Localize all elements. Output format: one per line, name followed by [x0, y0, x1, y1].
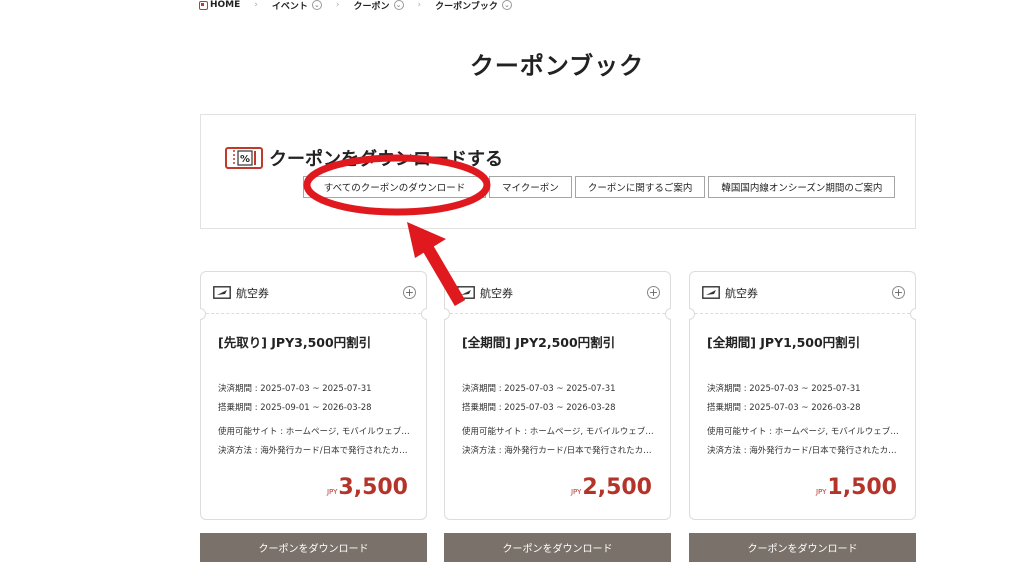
price-currency: JPY	[815, 488, 827, 496]
payment-period: 決済期間 : 2025-07-03 ~ 2025-07-31	[218, 384, 372, 394]
airplane-ticket-icon	[213, 286, 231, 299]
payment-method: 決済方法 : 海外発行カード/日本で発行されたカ…	[462, 446, 652, 456]
coupon-category: 航空券	[236, 286, 269, 300]
plus-icon[interactable]: +	[403, 286, 416, 299]
payment-method: 決済方法 : 海外発行カード/日本で発行されたカ…	[707, 446, 897, 456]
chevron-down-icon[interactable]: ⌄	[311, 0, 322, 10]
domestic-onseason-guide-button[interactable]: 韓国国内線オンシーズン期間のご案内	[708, 176, 896, 198]
price-currency: JPY	[570, 488, 582, 496]
coupon-price: JPY 3,500	[327, 475, 408, 500]
download-all-coupons-button[interactable]: すべてのクーポンのダウンロード	[303, 176, 486, 198]
breadcrumb-separator: ›	[417, 0, 422, 10]
coupon-card: 航空券 + [全期間] JPY2,500円割引 決済期間 : 2025-07-0…	[444, 271, 671, 520]
breadcrumb-separator: ›	[254, 0, 258, 10]
breadcrumb-coupon-label: クーポン	[353, 1, 390, 12]
breadcrumb-event[interactable]: イベント ⌄	[272, 0, 322, 12]
usable-sites: 使用可能サイト : ホームページ, モバイルウェブ…	[462, 427, 654, 437]
coupon-card-header: 航空券 +	[445, 272, 670, 314]
coupon-card-header: 航空券 +	[201, 272, 426, 314]
card-notch	[665, 308, 671, 320]
boarding-period: 搭乗期間 : 2025-07-03 ~ 2026-03-28	[462, 403, 616, 413]
card-notch	[421, 308, 427, 320]
page-title: クーポンブック	[469, 52, 645, 80]
coupon-price: JPY 1,500	[816, 475, 897, 500]
coupon-card: 航空券 + [先取り] JPY3,500円割引 決済期間 : 2025-07-0…	[200, 271, 427, 520]
card-notch	[689, 308, 695, 320]
coupon-card-header: 航空券 +	[690, 272, 915, 314]
coupon-category: 航空券	[480, 286, 513, 300]
boarding-period: 搭乗期間 : 2025-09-01 ~ 2026-03-28	[218, 403, 372, 413]
airplane-ticket-icon	[457, 286, 475, 299]
price-amount: 3,500	[338, 475, 408, 500]
breadcrumb-couponbook[interactable]: クーポンブック ⌄	[435, 0, 512, 12]
price-amount: 2,500	[582, 475, 652, 500]
breadcrumb-separator: ›	[335, 0, 340, 10]
coupon-download-section: % クーポンをダウンロードする すべてのクーポンのダウンロード マイクーポン ク…	[200, 114, 916, 229]
usable-sites: 使用可能サイト : ホームページ, モバイルウェブ…	[707, 427, 899, 437]
coupon-price: JPY 2,500	[571, 475, 652, 500]
coupon-download-heading: % クーポンをダウンロードする	[225, 145, 503, 171]
svg-text:%: %	[240, 154, 250, 165]
breadcrumb: HOME › イベント ⌄ › クーポン ⌄ › クーポンブック ⌄	[199, 0, 512, 12]
price-amount: 1,500	[827, 475, 897, 500]
download-coupon-button[interactable]: クーポンをダウンロード	[200, 533, 427, 562]
usable-sites: 使用可能サイト : ホームページ, モバイルウェブ…	[218, 427, 410, 437]
download-coupon-button[interactable]: クーポンをダウンロード	[444, 533, 671, 562]
coupon-download-title: クーポンをダウンロードする	[269, 149, 503, 170]
breadcrumb-coupon[interactable]: クーポン ⌄	[354, 0, 404, 12]
coupon-title: [先取り] JPY3,500円割引	[218, 335, 372, 350]
download-coupon-button[interactable]: クーポンをダウンロード	[689, 533, 916, 562]
card-notch	[910, 308, 916, 320]
chevron-down-icon[interactable]: ⌄	[393, 0, 404, 10]
breadcrumb-home-label: HOME	[210, 0, 241, 10]
my-coupon-button[interactable]: マイクーポン	[489, 176, 572, 198]
card-notch	[200, 308, 206, 320]
airplane-ticket-icon	[702, 286, 720, 299]
coupon-download-buttons: すべてのクーポンのダウンロード マイクーポン クーポンに関するご案内 韓国国内線…	[303, 176, 896, 198]
coupon-icon: %	[225, 147, 263, 169]
price-currency: JPY	[326, 488, 338, 496]
coupon-card: 航空券 + [全期間] JPY1,500円割引 決済期間 : 2025-07-0…	[689, 271, 916, 520]
payment-period: 決済期間 : 2025-07-03 ~ 2025-07-31	[462, 384, 616, 394]
coupon-guide-button[interactable]: クーポンに関するご案内	[574, 176, 706, 198]
breadcrumb-event-label: イベント	[271, 1, 308, 12]
breadcrumb-couponbook-label: クーポンブック	[435, 1, 498, 12]
card-notch	[444, 308, 450, 320]
plus-icon[interactable]: +	[892, 286, 905, 299]
boarding-period: 搭乗期間 : 2025-07-03 ~ 2026-03-28	[707, 403, 861, 413]
coupon-category: 航空券	[725, 286, 758, 300]
payment-period: 決済期間 : 2025-07-03 ~ 2025-07-31	[707, 384, 861, 394]
plus-icon[interactable]: +	[647, 286, 660, 299]
chevron-down-icon[interactable]: ⌄	[501, 0, 512, 10]
breadcrumb-home[interactable]: HOME	[199, 0, 240, 10]
payment-method: 決済方法 : 海外発行カード/日本で発行されたカ…	[218, 446, 408, 456]
coupon-title: [全期間] JPY1,500円割引	[707, 335, 861, 350]
coupon-title: [全期間] JPY2,500円割引	[462, 335, 616, 350]
home-icon	[199, 0, 208, 10]
